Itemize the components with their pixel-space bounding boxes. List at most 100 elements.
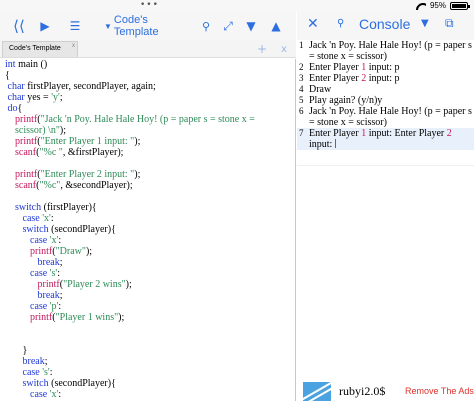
code-line: } [0, 345, 295, 356]
code-line: case 'x': [0, 389, 295, 400]
code-token: case [30, 301, 48, 312]
code-token: : [49, 367, 53, 378]
code-token: ); [118, 312, 125, 323]
remove-ads-link[interactable]: Remove The Ads [405, 386, 474, 396]
double-chevron-left-icon[interactable]: ⟨⟨ [10, 15, 28, 37]
code-line: scanf("%c", &secondPlayer); [0, 180, 295, 191]
code-line: printf("Enter Player 1 input: "); [0, 136, 295, 147]
code-line: break; [0, 356, 295, 367]
console-line-text: Play again? (y/n)y [309, 95, 474, 106]
code-line: printf("Player 2 wins"); [0, 279, 295, 290]
code-line: case 'x': [0, 235, 295, 246]
code-token: firstPlayer, secondPlayer, again; [24, 81, 156, 92]
code-token: (secondPlayer){ [48, 224, 116, 235]
code-token: ; [44, 356, 48, 367]
code-token: "Jack 'n Poy. Hale Hale Hoy! (p = paper … [40, 114, 255, 125]
code-token: printf [15, 169, 38, 180]
code-token: ; [59, 290, 63, 301]
ruby-app-logo-icon[interactable] [303, 382, 331, 401]
multitask-dots[interactable]: ••• [140, 0, 159, 10]
code-token: switch [15, 202, 42, 213]
console-line-number: 2 [299, 62, 304, 72]
code-token: 'x' [42, 213, 51, 224]
console-token: Play again? (y/n)y [309, 95, 383, 106]
tab-close-icon[interactable]: x [72, 43, 75, 49]
code-token: "Player 2 wins" [63, 279, 126, 290]
code-line: switch (firstPlayer){ [0, 202, 295, 213]
code-line: case 'p': [0, 301, 295, 312]
triangle-down-icon[interactable]: ▼ [421, 18, 429, 29]
code-token: scanf [15, 147, 37, 158]
code-editor[interactable]: int main () { char firstPlayer, secondPl… [0, 59, 296, 401]
share-icon[interactable]: ⧉ [445, 16, 454, 31]
console-line-number: 3 [299, 73, 304, 83]
code-line: printf("Draw"); [0, 246, 295, 257]
code-token: "Player 1 wins" [55, 312, 119, 323]
console-empty-area [297, 165, 474, 381]
code-token: printf [30, 312, 53, 323]
code-token: case [22, 213, 40, 224]
triangle-up-icon[interactable]: ▲ [268, 15, 284, 37]
code-token: printf [15, 114, 38, 125]
code-token: ); [134, 169, 141, 180]
tab-codes-template[interactable]: Code's Template x [2, 41, 78, 57]
code-token: : [57, 268, 60, 279]
list-indent-icon[interactable]: ☰ [66, 15, 84, 37]
code-token: case [30, 389, 48, 400]
add-tab-button[interactable]: + [254, 40, 270, 58]
code-token: printf [30, 246, 53, 257]
code-token: { [0, 70, 10, 81]
template-menu[interactable]: ▼ Code's Template [104, 14, 194, 38]
code-token: , &secondPlayer); [60, 180, 133, 191]
code-line: case 's': [0, 268, 295, 279]
tab-bar: Code's Template x + x [0, 40, 296, 58]
search-icon[interactable]: ⚲ [337, 18, 344, 29]
code-token: ); [85, 246, 93, 257]
wifi-icon [416, 2, 426, 10]
code-token: switch [22, 378, 49, 389]
console-token: input: [309, 139, 333, 150]
console-line: 3 Enter Player 2 input: p [297, 73, 474, 84]
console-output[interactable]: 1 Jack 'n Poy. Hale Hale Hoy! (p = paper … [297, 40, 474, 165]
play-icon[interactable]: ▶ [36, 15, 54, 37]
code-token: "Draw" [55, 246, 86, 257]
code-line: case 's': [0, 367, 295, 378]
code-token: case [22, 367, 40, 378]
ad-banner[interactable]: rubyi2.0$ Remove The Ads [297, 381, 474, 401]
code-line: char firstPlayer, secondPlayer, again; [0, 81, 295, 92]
console-line: 5 Play again? (y/n)y [297, 95, 474, 106]
code-token: do [7, 103, 18, 114]
code-token: "Enter Player 2 input: " [40, 169, 135, 180]
console-pane: ✕ ⚲ Console ▼ ⧉ 1 Jack 'n Poy. Hale Hale … [297, 12, 474, 401]
code-token: scissor) \n" [15, 125, 60, 136]
code-token: : [50, 213, 54, 224]
code-token: ; [59, 92, 63, 103]
code-line: break; [0, 257, 295, 268]
expand-arrows-icon[interactable]: ⤢ [220, 15, 236, 37]
triangle-down-icon[interactable]: ▼ [243, 15, 259, 37]
editor-toolbar: ⟨⟨ ▶ ☰ ▼ Code's Template ⚲ ⤢ ▼ ▲ [0, 12, 296, 40]
code-line: char yes = 'y'; [0, 92, 295, 103]
close-tab-button[interactable]: x [276, 40, 292, 58]
console-line-text: Enter Player 1 input: Enter Player 2 inp… [309, 128, 474, 150]
close-icon[interactable]: ✕ [307, 16, 319, 32]
code-token: , &firstPlayer); [62, 147, 124, 158]
code-token: case [30, 268, 48, 279]
search-icon[interactable]: ⚲ [198, 15, 214, 37]
code-token: ; [59, 257, 63, 268]
code-token: 's' [42, 367, 50, 378]
console-line: 6 Jack 'n Poy. Hale Hale Hoy! (p = paper … [297, 106, 474, 128]
console-line-number: 1 [299, 40, 304, 50]
